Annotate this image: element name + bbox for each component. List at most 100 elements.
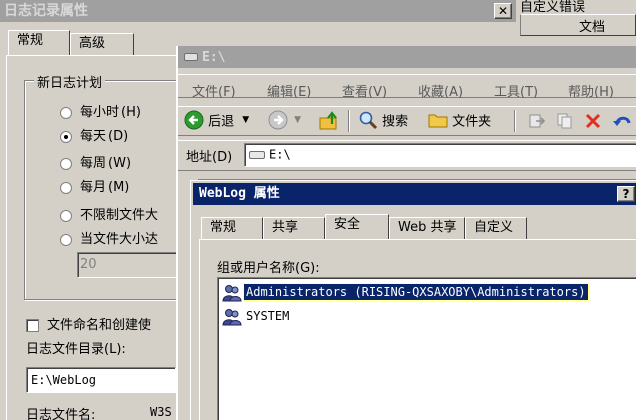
- schedule-unlimited[interactable]: 不限制文件大: [60, 204, 158, 223]
- search-icon: [359, 111, 378, 130]
- tab-general-weblog[interactable]: 常规: [201, 217, 263, 239]
- help-icon[interactable]: ?: [617, 186, 635, 202]
- schedule-weekly[interactable]: 每周 (W): [60, 152, 131, 171]
- close-icon[interactable]: ✕: [494, 3, 512, 19]
- address-value: E:\: [269, 147, 291, 162]
- weblog-tab-custom-label: 自定义: [474, 220, 514, 235]
- move-to-button[interactable]: [528, 112, 546, 134]
- tab-general-label: 常规: [17, 33, 44, 48]
- user-row-system[interactable]: SYSTEM: [222, 306, 636, 328]
- radio-size[interactable]: [60, 233, 72, 246]
- radio-daily[interactable]: [60, 130, 72, 143]
- label-monthly: 每月: [80, 180, 107, 195]
- tab-advanced[interactable]: 高级: [70, 33, 134, 55]
- log-filename-label: 日志文件名:: [26, 408, 96, 420]
- size-value: 20: [80, 257, 97, 272]
- key-monthly: (M): [108, 180, 130, 195]
- tab-web-sharing[interactable]: Web 共享: [389, 217, 465, 239]
- toolbar-separator: [348, 110, 350, 132]
- size-input[interactable]: 20: [77, 252, 177, 278]
- back-dropdown-icon[interactable]: ▼: [242, 115, 249, 125]
- drive-icon: [184, 53, 198, 61]
- radio-hourly[interactable]: [60, 106, 72, 119]
- folder-icon: [428, 114, 448, 128]
- search-label: 搜索: [382, 114, 409, 130]
- schedule-monthly[interactable]: 每月 (M): [60, 176, 129, 195]
- forward-button[interactable]: ▼: [268, 110, 301, 130]
- schedule-group-label: 新日志计划: [34, 72, 106, 91]
- label-daily: 每天: [80, 129, 107, 144]
- menu-help[interactable]: 帮助(H): [568, 81, 614, 100]
- menu-file[interactable]: 文件(F): [192, 81, 236, 100]
- explorer-title: E:\: [202, 50, 226, 65]
- address-input[interactable]: E:\: [244, 143, 636, 167]
- custom-errors-header[interactable]: 文档: [520, 14, 636, 36]
- weblog-tab-security-label: 安全: [334, 217, 361, 232]
- menu-view[interactable]: 查看(V): [342, 81, 387, 100]
- drive-address-icon: [249, 150, 265, 159]
- users-listbox[interactable]: Administrators (RISING-QXSAXOBY\Administ…: [217, 277, 636, 420]
- back-label: 后退: [208, 114, 235, 130]
- explorer-titlebar: E:\: [178, 46, 636, 68]
- weblog-tab-web-sharing-label: Web 共享: [398, 220, 457, 235]
- tab-advanced-label: 高级: [79, 36, 106, 51]
- weblog-title: WebLog 属性: [199, 186, 280, 201]
- key-weekly: (W): [108, 156, 132, 171]
- folders-button[interactable]: 文件夹: [428, 110, 491, 130]
- menu-edit[interactable]: 编辑(E): [267, 81, 311, 100]
- naming-option[interactable]: 文件命名和创建使: [26, 314, 151, 333]
- back-button[interactable]: 后退 ▼: [184, 110, 249, 132]
- log-dir-value: E:\WebLog: [31, 373, 97, 387]
- user-row-administrators[interactable]: Administrators (RISING-QXSAXOBY\Administ…: [222, 282, 636, 304]
- menu-favorites[interactable]: 收藏(A): [418, 81, 463, 100]
- tab-security[interactable]: 安全: [325, 214, 389, 239]
- weblog-titlebar: WebLog 属性: [193, 183, 636, 205]
- group-users-icon: [222, 285, 242, 302]
- schedule-hourly[interactable]: 每小时 (H): [60, 101, 141, 120]
- user-name-system: SYSTEM: [246, 309, 290, 323]
- tab-sharing[interactable]: 共享: [263, 217, 325, 239]
- tab-custom[interactable]: 自定义: [465, 217, 527, 239]
- move-to-icon: [529, 114, 546, 128]
- custom-errors-title: 自定义错误: [520, 0, 586, 15]
- tab-general[interactable]: 常规: [8, 30, 70, 55]
- up-folder-button[interactable]: [318, 110, 340, 136]
- copy-to-icon: [557, 113, 572, 129]
- label-hourly: 每小时: [80, 105, 120, 120]
- up-folder-icon: [319, 111, 337, 130]
- custom-errors-column: 文档: [579, 20, 606, 35]
- label-unlimited: 不限制文件大: [80, 208, 159, 223]
- schedule-daily[interactable]: 每天 (D): [60, 125, 128, 144]
- search-button[interactable]: 搜索: [358, 110, 408, 130]
- log-dialog-title: 日志记录属性: [4, 3, 88, 19]
- log-dir-label: 日志文件目录(L):: [26, 342, 126, 357]
- group-users-icon: [222, 309, 242, 326]
- undo-button[interactable]: [612, 112, 632, 134]
- radio-monthly[interactable]: [60, 181, 72, 194]
- log-dialog-titlebar: 日志记录属性: [0, 0, 520, 22]
- folders-label: 文件夹: [452, 114, 492, 130]
- schedule-size[interactable]: 当文件大小达: [60, 228, 158, 247]
- explorer-header-strip: [198, 172, 636, 180]
- naming-checkbox-label: 文件命名和创建使: [47, 318, 152, 333]
- weblog-tab-sharing-label: 共享: [272, 220, 299, 235]
- delete-x-icon: [585, 113, 601, 129]
- address-label: 地址(D): [186, 150, 233, 165]
- naming-checkbox[interactable]: [26, 319, 39, 332]
- undo-icon: [613, 116, 631, 126]
- log-dir-input[interactable]: E:\WebLog: [26, 367, 176, 393]
- radio-unlimited[interactable]: [60, 209, 72, 222]
- user-name-administrators: Administrators (RISING-QXSAXOBY\Administ…: [243, 283, 589, 301]
- radio-weekly[interactable]: [60, 157, 72, 170]
- copy-to-button[interactable]: [556, 112, 574, 134]
- forward-arrow-icon: [268, 110, 288, 130]
- delete-button[interactable]: [584, 112, 602, 134]
- key-daily: (D): [108, 129, 129, 144]
- forward-dropdown-icon[interactable]: ▼: [294, 115, 301, 125]
- key-hourly: (H): [121, 105, 141, 120]
- back-arrow-icon: [184, 110, 204, 130]
- menu-tools[interactable]: 工具(T): [494, 81, 538, 100]
- custom-errors-panel: 自定义错误 文档: [516, 0, 636, 46]
- weblog-properties-dialog: WebLog 属性 ? 常规 共享 安全 Web 共享 自定义 组或用户名称(G…: [190, 180, 636, 420]
- toolbar-separator-2: [514, 110, 516, 132]
